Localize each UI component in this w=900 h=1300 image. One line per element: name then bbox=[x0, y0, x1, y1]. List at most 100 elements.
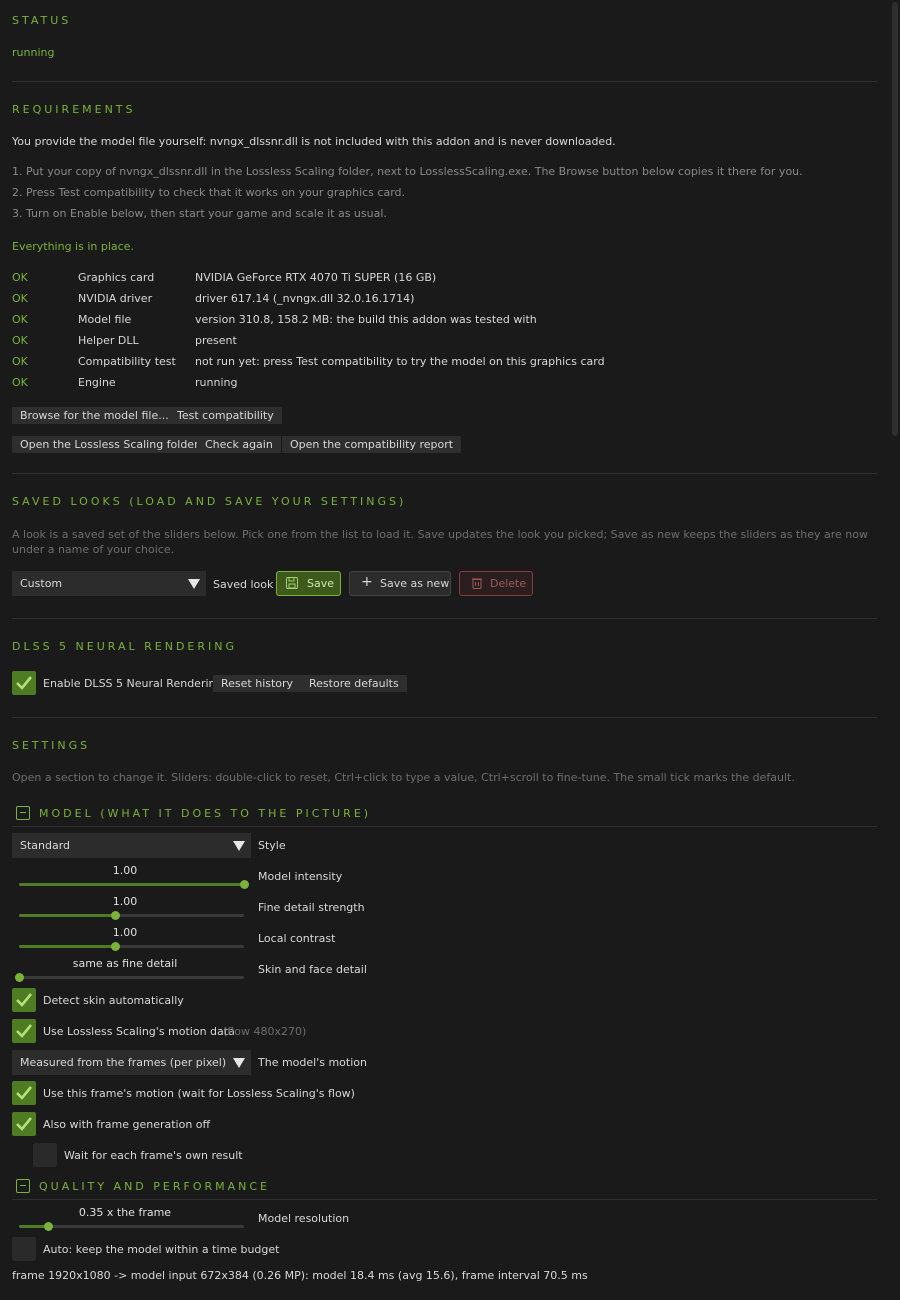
motion-value: Measured from the frames (per pixel) bbox=[20, 1056, 227, 1069]
check-state: OK bbox=[12, 376, 28, 389]
slider-knob[interactable] bbox=[111, 942, 121, 951]
slider-track bbox=[19, 976, 244, 979]
check-name: NVIDIA driver bbox=[78, 292, 153, 305]
divider bbox=[12, 1199, 877, 1200]
checkmark-icon bbox=[16, 993, 33, 1007]
requirements-step-1: 1. Put your copy of nvngx_dlssnr.dll in … bbox=[12, 165, 803, 178]
frame-gen-off-checkbox[interactable] bbox=[12, 1112, 36, 1136]
use-motion-note: (flow 480x270) bbox=[223, 1025, 307, 1038]
divider bbox=[12, 618, 877, 619]
check-detail: running bbox=[195, 376, 238, 389]
test-compatibility-button[interactable]: Test compatibility bbox=[169, 407, 282, 424]
chevron-down-icon bbox=[233, 841, 245, 851]
model-section-header[interactable]: MODEL (WHAT IT DOES TO THE PICTURE) bbox=[39, 807, 371, 820]
model-intensity-label: Model intensity bbox=[258, 870, 343, 883]
check-state: OK bbox=[12, 292, 28, 305]
style-label: Style bbox=[258, 839, 286, 852]
use-motion-checkbox[interactable] bbox=[12, 1019, 36, 1043]
use-frame-motion-checkbox[interactable] bbox=[12, 1081, 36, 1105]
slider-fill bbox=[19, 945, 116, 948]
settings-heading: SETTINGS bbox=[12, 739, 91, 752]
check-state: OK bbox=[12, 313, 28, 326]
use-frame-motion-label: Use this frame's motion (wait for Lossle… bbox=[43, 1087, 355, 1100]
browse-model-button[interactable]: Browse for the model file... bbox=[12, 407, 177, 424]
saved-look-value: Custom bbox=[20, 577, 63, 590]
quality-section-header[interactable]: QUALITY AND PERFORMANCE bbox=[39, 1180, 270, 1193]
slider-value: 1.00 bbox=[112, 895, 138, 908]
auto-budget-label: Auto: keep the model within a time budge… bbox=[43, 1243, 280, 1256]
save-as-new-button[interactable]: + Save as new bbox=[349, 571, 451, 596]
saved-look-select[interactable]: Custom bbox=[12, 571, 206, 596]
requirements-step-3: 3. Turn on Enable below, then start your… bbox=[12, 207, 387, 220]
delete-label: Delete bbox=[490, 577, 527, 590]
trash-icon bbox=[472, 578, 482, 589]
slider-fill bbox=[19, 914, 116, 917]
motion-select[interactable]: Measured from the frames (per pixel) bbox=[12, 1050, 251, 1075]
detect-skin-checkbox[interactable] bbox=[12, 988, 36, 1012]
settings-hint: Open a section to change it. Sliders: do… bbox=[12, 771, 795, 784]
saved-looks-description: A look is a saved set of the sliders bel… bbox=[12, 528, 868, 556]
restore-defaults-button[interactable]: Restore defaults bbox=[301, 675, 407, 692]
fine-detail-slider[interactable]: 1.00 bbox=[12, 895, 244, 923]
slider-knob[interactable] bbox=[43, 1222, 53, 1231]
checkmark-icon bbox=[16, 1086, 33, 1100]
check-state: OK bbox=[12, 334, 28, 347]
model-intensity-slider[interactable]: 1.00 bbox=[12, 864, 249, 892]
check-name: Engine bbox=[78, 376, 116, 389]
slider-knob[interactable] bbox=[111, 911, 121, 920]
check-detail: not run yet: press Test compatibility to… bbox=[195, 355, 605, 368]
check-name: Model file bbox=[78, 313, 132, 326]
skin-detail-label: Skin and face detail bbox=[258, 963, 367, 976]
slider-value: 0.35 x the frame bbox=[78, 1206, 172, 1219]
timing-stats: frame 1920x1080 -> model input 672x384 (… bbox=[12, 1269, 588, 1282]
auto-budget-checkbox[interactable] bbox=[12, 1237, 36, 1261]
slider-track bbox=[19, 1225, 244, 1228]
check-detail: version 310.8, 158.2 MB: the build this … bbox=[195, 313, 537, 326]
skin-detail-slider[interactable]: same as fine detail bbox=[12, 957, 244, 985]
delete-button[interactable]: Delete bbox=[459, 571, 533, 596]
collapse-icon[interactable] bbox=[16, 806, 30, 820]
reset-history-button[interactable]: Reset history bbox=[213, 675, 302, 692]
plus-icon: + bbox=[361, 574, 373, 590]
frame-gen-off-label: Also with frame generation off bbox=[43, 1118, 211, 1131]
check-state: OK bbox=[12, 271, 28, 284]
check-detail: present bbox=[195, 334, 237, 347]
check-name: Compatibility test bbox=[78, 355, 176, 368]
open-report-button[interactable]: Open the compatibility report bbox=[282, 436, 462, 453]
requirements-summary: Everything is in place. bbox=[12, 240, 134, 253]
open-folder-button[interactable]: Open the Lossless Scaling folder bbox=[12, 436, 207, 453]
slider-value: 1.00 bbox=[112, 926, 138, 939]
slider-value: 1.00 bbox=[112, 864, 138, 877]
requirements-step-2: 2. Press Test compatibility to check tha… bbox=[12, 186, 405, 199]
dlss-heading: DLSS 5 NEURAL RENDERING bbox=[12, 640, 238, 653]
local-contrast-label: Local contrast bbox=[258, 932, 336, 945]
save-button[interactable]: Save bbox=[276, 571, 341, 596]
divider bbox=[12, 473, 877, 474]
scrollbar[interactable] bbox=[892, 2, 898, 436]
wait-each-frame-checkbox[interactable] bbox=[33, 1143, 57, 1167]
collapse-icon[interactable] bbox=[16, 1179, 30, 1193]
check-name: Helper DLL bbox=[78, 334, 139, 347]
divider bbox=[12, 81, 877, 82]
use-motion-label: Use Lossless Scaling's motion data bbox=[43, 1025, 235, 1038]
slider-fill bbox=[19, 883, 244, 886]
enable-dlss-checkbox[interactable] bbox=[12, 671, 36, 695]
wait-each-frame-label: Wait for each frame's own result bbox=[64, 1149, 243, 1162]
fine-detail-label: Fine detail strength bbox=[258, 901, 365, 914]
save-icon bbox=[286, 577, 298, 589]
divider bbox=[12, 717, 877, 718]
slider-knob[interactable] bbox=[239, 880, 249, 889]
style-select[interactable]: Standard bbox=[12, 833, 251, 858]
local-contrast-slider[interactable]: 1.00 bbox=[12, 926, 244, 954]
enable-dlss-label: Enable DLSS 5 Neural Rendering bbox=[43, 677, 223, 690]
checkmark-icon bbox=[16, 1117, 33, 1131]
check-detail: driver 617.14 (_nvngx.dll 32.0.16.1714) bbox=[195, 292, 415, 305]
save-label: Save bbox=[307, 577, 335, 590]
model-resolution-slider[interactable]: 0.35 x the frame bbox=[12, 1206, 244, 1234]
requirements-intro: You provide the model file yourself: nvn… bbox=[12, 135, 616, 148]
motion-label: The model's motion bbox=[258, 1056, 367, 1069]
saved-looks-heading: SAVED LOOKS (LOAD AND SAVE YOUR SETTINGS… bbox=[12, 495, 407, 508]
chevron-down-icon bbox=[188, 579, 200, 589]
check-again-button[interactable]: Check again bbox=[197, 436, 281, 453]
slider-knob[interactable] bbox=[14, 973, 24, 982]
